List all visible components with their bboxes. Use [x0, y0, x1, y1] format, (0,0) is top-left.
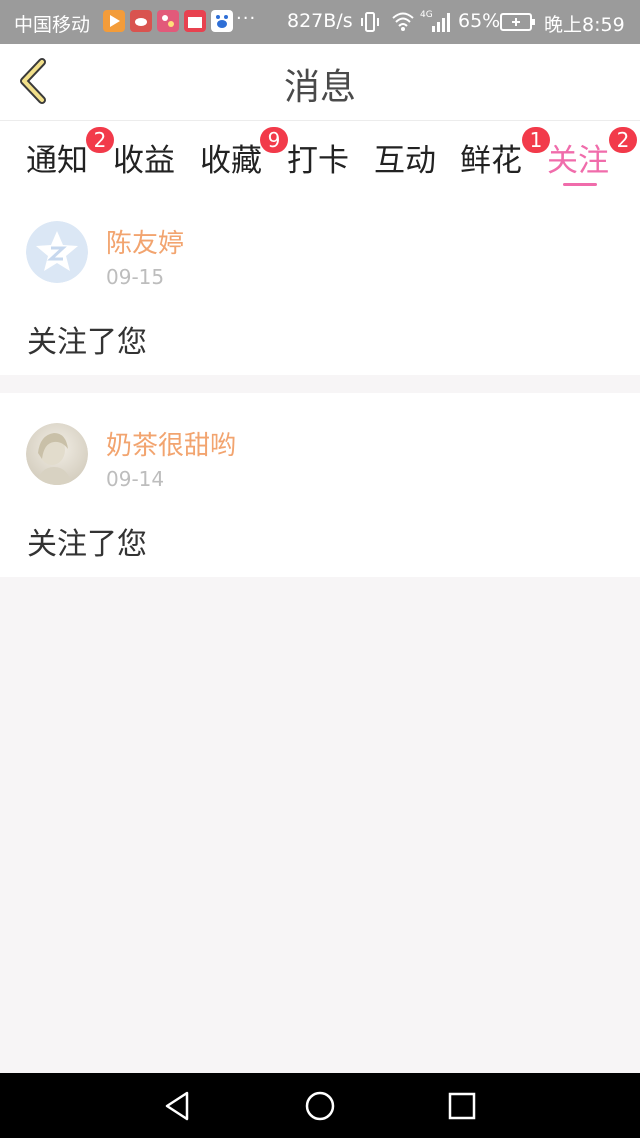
weibo-app-icon: [130, 10, 152, 32]
message-list: 陈友婷 09-15 关注了您 奶茶很甜哟 09-14 关注了您: [0, 191, 640, 577]
unread-badge: 9: [260, 127, 288, 153]
home-circle-icon[interactable]: [303, 1089, 337, 1123]
more-notifications-icon: ···: [236, 8, 257, 29]
tab-following[interactable]: 关注 2: [547, 127, 637, 191]
message-item[interactable]: 陈友婷 09-15 关注了您: [0, 191, 640, 375]
default-avatar-icon: [26, 221, 88, 283]
unread-badge: 2: [609, 127, 637, 153]
unread-badge: 2: [86, 127, 114, 153]
page-title: 消息: [283, 67, 356, 108]
back-triangle-icon[interactable]: [161, 1089, 195, 1123]
recents-square-icon[interactable]: [445, 1089, 479, 1123]
message-date: 09-14: [106, 467, 165, 491]
tab-checkin[interactable]: 打卡: [287, 135, 349, 191]
network-type-label: 4G: [420, 10, 433, 20]
battery-icon: [500, 13, 535, 31]
tab-label: 关注: [547, 143, 609, 179]
status-bar: 中国移动 ··· 827B/s 4G 65% 晚上8:59: [0, 0, 640, 44]
avatar[interactable]: [26, 221, 88, 283]
avatar[interactable]: [26, 423, 88, 485]
calendar-app-icon: [184, 10, 206, 32]
tab-favorites[interactable]: 收藏 9: [200, 127, 288, 191]
message-text: 关注了您: [27, 527, 147, 562]
system-nav-bar: [0, 1073, 640, 1138]
tab-label: 通知: [26, 143, 88, 179]
message-date: 09-15: [106, 265, 165, 289]
tab-flowers[interactable]: 鲜花 1: [460, 127, 550, 191]
clock: 晚上8:59: [544, 14, 625, 36]
unread-badge: 1: [522, 127, 550, 153]
wifi-icon: [392, 12, 414, 31]
tab-label: 鲜花: [460, 143, 522, 179]
carrier-label: 中国移动: [14, 14, 91, 36]
tab-bar: 通知 2 收益 收藏 9 打卡 互动 鲜花 1 关注 2: [0, 121, 640, 191]
user-name[interactable]: 奶茶很甜哟: [106, 425, 236, 462]
user-name[interactable]: 陈友婷: [106, 223, 184, 260]
cellular-signal-icon: 4G: [420, 10, 450, 32]
tab-label: 打卡: [287, 143, 349, 179]
tab-label: 收益: [113, 143, 175, 179]
video-app-icon: [103, 10, 125, 32]
battery-percent: 65%: [458, 10, 501, 32]
photo-app-icon: [157, 10, 179, 32]
net-speed-label: 827B/s: [287, 10, 353, 32]
baidu-app-icon: [211, 10, 233, 32]
vibrate-icon: [361, 12, 379, 32]
tab-interactions[interactable]: 互动: [374, 135, 436, 191]
tab-earnings[interactable]: 收益: [113, 135, 175, 191]
active-tab-indicator: [563, 183, 597, 186]
tab-label: 收藏: [200, 143, 262, 179]
tab-notifications[interactable]: 通知 2: [26, 127, 114, 191]
user-photo-avatar: [26, 423, 88, 485]
message-item[interactable]: 奶茶很甜哟 09-14 关注了您: [0, 393, 640, 577]
message-text: 关注了您: [27, 325, 147, 360]
header: 消息: [0, 44, 640, 121]
tab-label: 互动: [374, 143, 436, 179]
